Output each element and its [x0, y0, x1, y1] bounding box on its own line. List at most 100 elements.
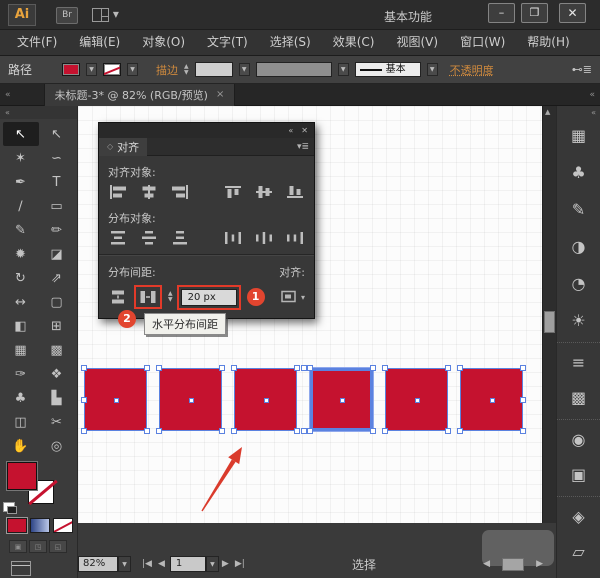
- color-panel-icon[interactable]: ◑: [557, 228, 600, 265]
- document-tab[interactable]: 未标题-3* @ 82% (RGB/预览) ×: [44, 84, 236, 106]
- gradient-fan-panel-icon[interactable]: ◔: [557, 265, 600, 302]
- column-graph-tool[interactable]: ▙: [39, 386, 75, 410]
- menu-item-0[interactable]: 文件(F): [6, 30, 68, 55]
- selection-handle[interactable]: [231, 428, 237, 434]
- blend-tool[interactable]: ❖: [39, 362, 75, 386]
- pencil-tool[interactable]: ✏: [39, 218, 75, 242]
- layers-panel-icon[interactable]: ◈: [557, 496, 600, 533]
- default-fill-stroke-icon[interactable]: [3, 502, 15, 512]
- distribute-horizontal-left-icon[interactable]: [223, 230, 243, 246]
- gradient-button[interactable]: [30, 518, 50, 533]
- distribute-vertical-top-icon[interactable]: [108, 230, 128, 246]
- style-dropdown-icon[interactable]: ▼: [427, 63, 438, 76]
- type-tool[interactable]: T: [39, 170, 75, 194]
- brush-definition-field[interactable]: [256, 62, 332, 77]
- fill-swatch[interactable]: [7, 462, 37, 490]
- workspace-switcher-icon[interactable]: ▾: [92, 7, 119, 24]
- shape-builder-tool[interactable]: ◧: [3, 314, 39, 338]
- brush-dropdown-icon[interactable]: ▼: [338, 63, 349, 76]
- right-dock-collapse-icon[interactable]: «: [584, 90, 600, 100]
- panel-cycle-icon[interactable]: ◇: [107, 142, 113, 151]
- gradient-tool[interactable]: ▩: [39, 338, 75, 362]
- graphic-styles-panel-icon[interactable]: ▩: [557, 379, 600, 416]
- eraser-tool[interactable]: ◪: [39, 242, 75, 266]
- appearance-panel-icon[interactable]: ☀: [557, 302, 600, 339]
- free-transform-tool[interactable]: ▢: [39, 290, 75, 314]
- zoom-dropdown-icon[interactable]: ▼: [118, 556, 131, 572]
- zoom-level-field[interactable]: 82%: [78, 556, 118, 572]
- vertical-scrollbar[interactable]: ▲: [542, 106, 556, 523]
- align-to-selection-icon[interactable]: ▾: [279, 289, 305, 305]
- stroke-color-swatch[interactable]: [103, 63, 121, 76]
- selection-handle[interactable]: [81, 365, 87, 371]
- menu-item-6[interactable]: 视图(V): [385, 30, 449, 55]
- stroke-panel-icon[interactable]: ≡: [557, 342, 600, 379]
- spacing-value-field[interactable]: 20 px: [181, 289, 237, 306]
- zoom-tool[interactable]: ◎: [39, 434, 75, 458]
- dock-collapse-icon[interactable]: «: [557, 106, 600, 117]
- align-vertical-bottom-icon[interactable]: [285, 184, 305, 200]
- scroll-left-icon[interactable]: ◀: [480, 559, 493, 569]
- color-button[interactable]: [7, 518, 27, 533]
- align-vertical-top-icon[interactable]: [223, 184, 243, 200]
- tab-close-icon[interactable]: ×: [216, 89, 224, 100]
- selection-handle[interactable]: [445, 428, 451, 434]
- magic-wand-tool[interactable]: ✶: [3, 146, 39, 170]
- paintbrush-tool[interactable]: ✎: [3, 218, 39, 242]
- mesh-tool[interactable]: ▦: [3, 338, 39, 362]
- fill-color-swatch[interactable]: [62, 63, 80, 76]
- selection-handle[interactable]: [156, 428, 162, 434]
- center-anchor-point[interactable]: [340, 398, 345, 403]
- align-vertical-center-icon[interactable]: [254, 184, 274, 200]
- screen-mode-button[interactable]: [11, 561, 31, 576]
- artboards-panel-icon[interactable]: ▱: [557, 533, 600, 570]
- selection-handle[interactable]: [81, 397, 87, 403]
- selection-handle[interactable]: [520, 428, 526, 434]
- direct-selection-tool[interactable]: ↖: [39, 122, 75, 146]
- horizontal-scrollbar[interactable]: ◀ ▶: [480, 558, 546, 571]
- workspace-label[interactable]: 基本功能: [384, 8, 432, 25]
- selection-handle[interactable]: [301, 428, 307, 434]
- bridge-button[interactable]: Br: [56, 7, 78, 24]
- menu-item-2[interactable]: 对象(O): [131, 30, 196, 55]
- menu-item-4[interactable]: 选择(S): [259, 30, 322, 55]
- selection-handle[interactable]: [457, 428, 463, 434]
- close-button[interactable]: ✕: [559, 3, 586, 23]
- center-anchor-point[interactable]: [415, 398, 420, 403]
- selection-handle[interactable]: [382, 365, 388, 371]
- rotate-tool[interactable]: ↻: [3, 266, 39, 290]
- stroke-weight-label[interactable]: 描边: [156, 62, 178, 78]
- stroke-weight-field[interactable]: [195, 62, 233, 77]
- selection-handle[interactable]: [307, 428, 313, 434]
- center-anchor-point[interactable]: [114, 398, 119, 403]
- horizontal-distribute-space-icon[interactable]: [138, 289, 158, 305]
- vertical-scroll-thumb[interactable]: [544, 311, 555, 333]
- swatches-panel-icon[interactable]: ▦: [557, 117, 600, 154]
- scroll-right-icon[interactable]: ▶: [533, 559, 546, 569]
- artboard-number-field[interactable]: 1: [170, 556, 206, 572]
- last-artboard-icon[interactable]: ▶|: [232, 559, 248, 569]
- distribute-vertical-center-icon[interactable]: [139, 230, 159, 246]
- maximize-button[interactable]: ❐: [521, 3, 548, 23]
- selection-handle[interactable]: [382, 428, 388, 434]
- align-horizontal-left-icon[interactable]: [108, 184, 128, 200]
- stroke-weight-stepper[interactable]: ▲▼: [184, 64, 189, 76]
- distribute-vertical-bottom-icon[interactable]: [170, 230, 190, 246]
- spacing-stepper[interactable]: ▲▼: [168, 291, 173, 303]
- selection-handle[interactable]: [370, 365, 376, 371]
- selection-handle[interactable]: [520, 365, 526, 371]
- selection-handle[interactable]: [301, 365, 307, 371]
- pathfinder-panel-icon[interactable]: ▣: [557, 456, 600, 493]
- minimize-button[interactable]: –: [488, 3, 515, 23]
- menu-item-1[interactable]: 编辑(E): [68, 30, 131, 55]
- selection-handle[interactable]: [144, 428, 150, 434]
- stroke-weight-dropdown-icon[interactable]: ▼: [239, 63, 250, 76]
- selection-handle[interactable]: [445, 365, 451, 371]
- rectangle-tool[interactable]: ▭: [39, 194, 75, 218]
- opacity-label[interactable]: 不透明度: [450, 62, 494, 78]
- artboard-tool[interactable]: ◫: [3, 410, 39, 434]
- pen-tool[interactable]: ✒: [3, 170, 39, 194]
- center-anchor-point[interactable]: [264, 398, 269, 403]
- lasso-tool[interactable]: ∽: [39, 146, 75, 170]
- menu-item-3[interactable]: 文字(T): [196, 30, 259, 55]
